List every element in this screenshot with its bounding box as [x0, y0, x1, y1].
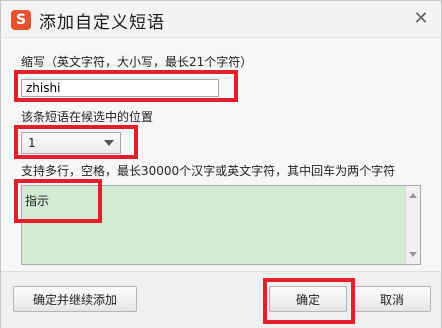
content-label: 支持多行，空格，最长30000个汉字或英文字符，其中回车为两个字符 — [21, 164, 396, 178]
close-icon[interactable]: ✕ — [411, 9, 431, 29]
title-bar: S 添加自定义短语 ✕ — [1, 1, 441, 38]
scroll-down-icon[interactable] — [409, 252, 417, 257]
chevron-down-icon[interactable] — [104, 140, 114, 146]
cancel-button[interactable]: 取消 — [353, 286, 431, 312]
add-custom-phrase-dialog: S 添加自定义短语 ✕ 缩写（英文字符，大小写，最长21个字符） 该条短语在候选… — [0, 0, 442, 328]
phrase-content-textarea[interactable]: 指示 — [21, 185, 421, 265]
abbr-label: 缩写（英文字符，大小写，最长21个字符） — [21, 55, 253, 69]
position-select[interactable]: 1 — [21, 132, 121, 154]
dialog-footer: 确定并继续添加 确定 取消 — [1, 271, 441, 328]
confirm-button[interactable]: 确定 — [269, 286, 347, 312]
sogou-logo-icon: S — [11, 10, 31, 30]
content-scrollbar[interactable] — [405, 186, 420, 264]
confirm-and-continue-button[interactable]: 确定并继续添加 — [13, 286, 137, 312]
dialog-title: 添加自定义短语 — [39, 13, 165, 33]
abbr-input[interactable] — [21, 79, 219, 97]
position-select-value: 1 — [28, 136, 36, 150]
scroll-up-icon[interactable] — [409, 193, 417, 198]
phrase-content-text: 指示 — [25, 194, 50, 208]
position-label: 该条短语在候选中的位置 — [21, 110, 154, 124]
